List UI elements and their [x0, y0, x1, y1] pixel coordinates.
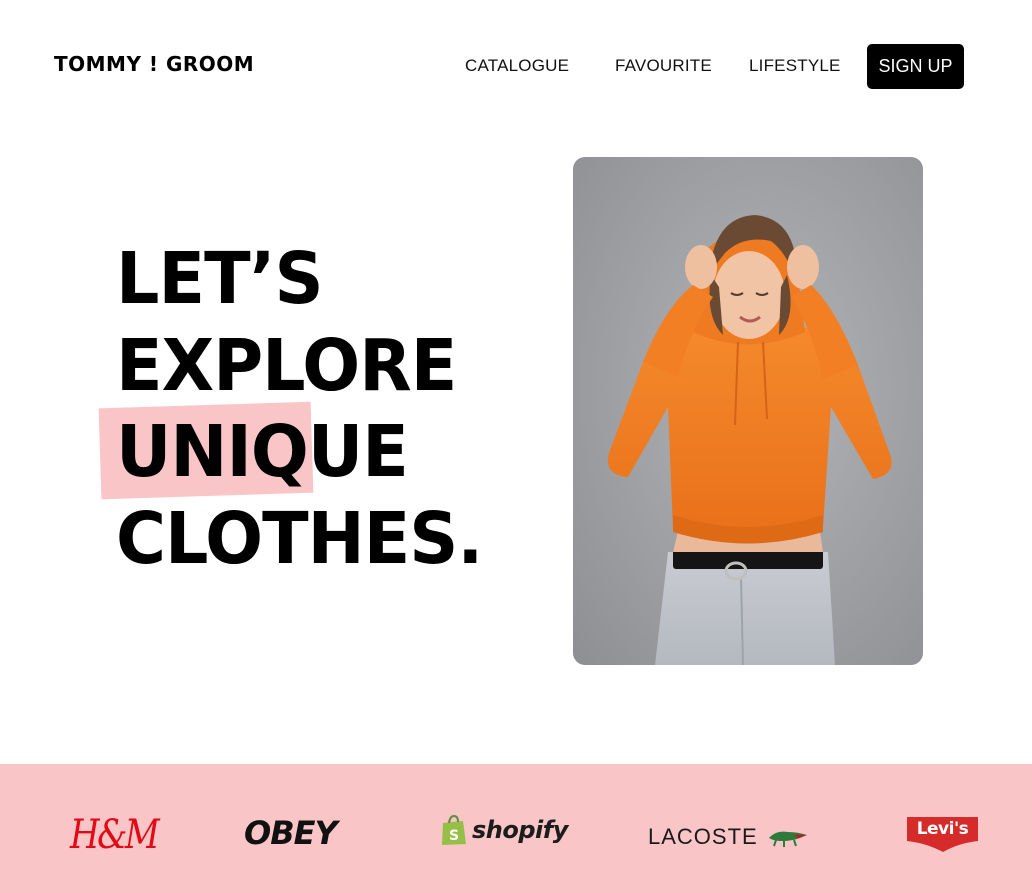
brand-logo-shopify-text: shopify	[472, 816, 568, 844]
brand-logo-obey[interactable]: OBEY	[244, 814, 338, 852]
hero-title-line-3: UNIQUE	[116, 410, 409, 493]
brand-logo-hm[interactable]: H&M	[70, 812, 160, 858]
nav-catalogue[interactable]: CATALOGUE	[465, 56, 569, 76]
shopping-bag-icon: S	[442, 814, 466, 845]
brand-logo-obey-text: OBEY	[244, 814, 338, 852]
brand-logos-strip: H&M OBEY S shopify LACOSTE Levi's	[0, 764, 1032, 893]
hero-photo	[573, 157, 923, 665]
nav-favourite[interactable]: FAVOURITE	[615, 56, 712, 76]
model-illustration	[607, 215, 892, 665]
svg-text:S: S	[449, 828, 459, 844]
crocodile-icon	[768, 831, 807, 847]
sign-up-button[interactable]: SIGN UP	[867, 44, 964, 89]
brand-logo-lacoste-text: LACOSTE	[648, 824, 758, 849]
brand-logo-shopify[interactable]: S shopify	[440, 814, 568, 846]
hero-title-line-4: CLOTHES.	[116, 497, 483, 580]
hero-title-line-1: LET’S	[116, 237, 324, 320]
nav-lifestyle[interactable]: LIFESTYLE	[749, 56, 841, 76]
brand-logo-levis-text: Levi's	[916, 819, 969, 839]
brand-logo-levis[interactable]: Levi's	[907, 817, 978, 858]
brand-logo[interactable]: TOMMY ! GROOM	[54, 52, 254, 76]
brand-logo-lacoste[interactable]: LACOSTE	[648, 824, 808, 850]
hero-title-line-2: EXPLORE	[116, 324, 457, 407]
